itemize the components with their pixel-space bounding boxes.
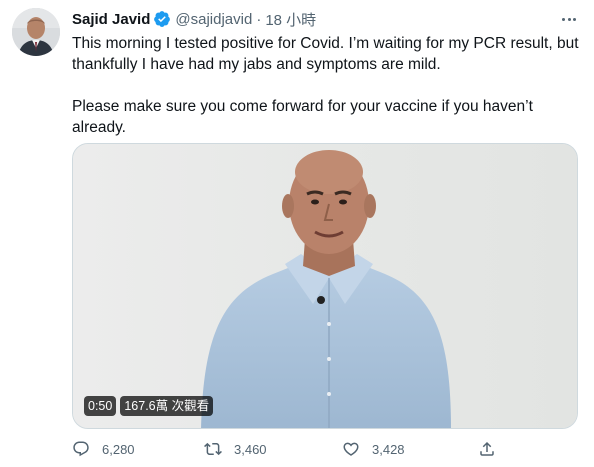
tweet-text-paragraph: Please make sure you come forward for yo… (72, 98, 533, 136)
video-overlay: 0:50 167.6萬 次觀看 (84, 396, 214, 416)
share-icon (480, 441, 494, 456)
author-name[interactable]: Sajid Javid (72, 11, 150, 28)
retweet-icon (204, 442, 222, 456)
video-player[interactable] (72, 143, 578, 429)
reply-count: 6,280 (102, 441, 135, 457)
reply-icon (73, 441, 89, 457)
tweet-timestamp[interactable]: 18 小時 (265, 9, 316, 30)
like-button[interactable]: 3,428 (342, 440, 405, 458)
tweet: Sajid Javid @sajidjavid · 18 小時 This mor… (0, 0, 594, 467)
author-handle[interactable]: @sajidjavid (175, 11, 252, 28)
retweet-count: 3,460 (234, 441, 267, 457)
separator-dot: · (256, 10, 262, 28)
action-bar: 6,280 3,460 3,428 (72, 440, 582, 462)
more-icon[interactable] (558, 9, 580, 29)
video-duration: 0:50 (84, 396, 117, 416)
avatar-image (12, 8, 60, 56)
video-thumbnail (73, 144, 577, 428)
reply-button[interactable]: 6,280 (72, 440, 135, 458)
share-button[interactable] (478, 440, 496, 458)
video-view-count: 167.6萬 次觀看 (120, 396, 214, 416)
retweet-button[interactable]: 3,460 (204, 440, 267, 458)
avatar[interactable] (12, 8, 60, 56)
like-count: 3,428 (372, 441, 405, 457)
tweet-text: This morning I tested positive for Covid… (72, 33, 582, 138)
like-icon (343, 442, 359, 456)
tweet-header: Sajid Javid @sajidjavid · 18 小時 (72, 9, 316, 29)
tweet-text-paragraph: This morning I tested positive for Covid… (72, 35, 579, 73)
verified-badge-icon (154, 11, 171, 27)
